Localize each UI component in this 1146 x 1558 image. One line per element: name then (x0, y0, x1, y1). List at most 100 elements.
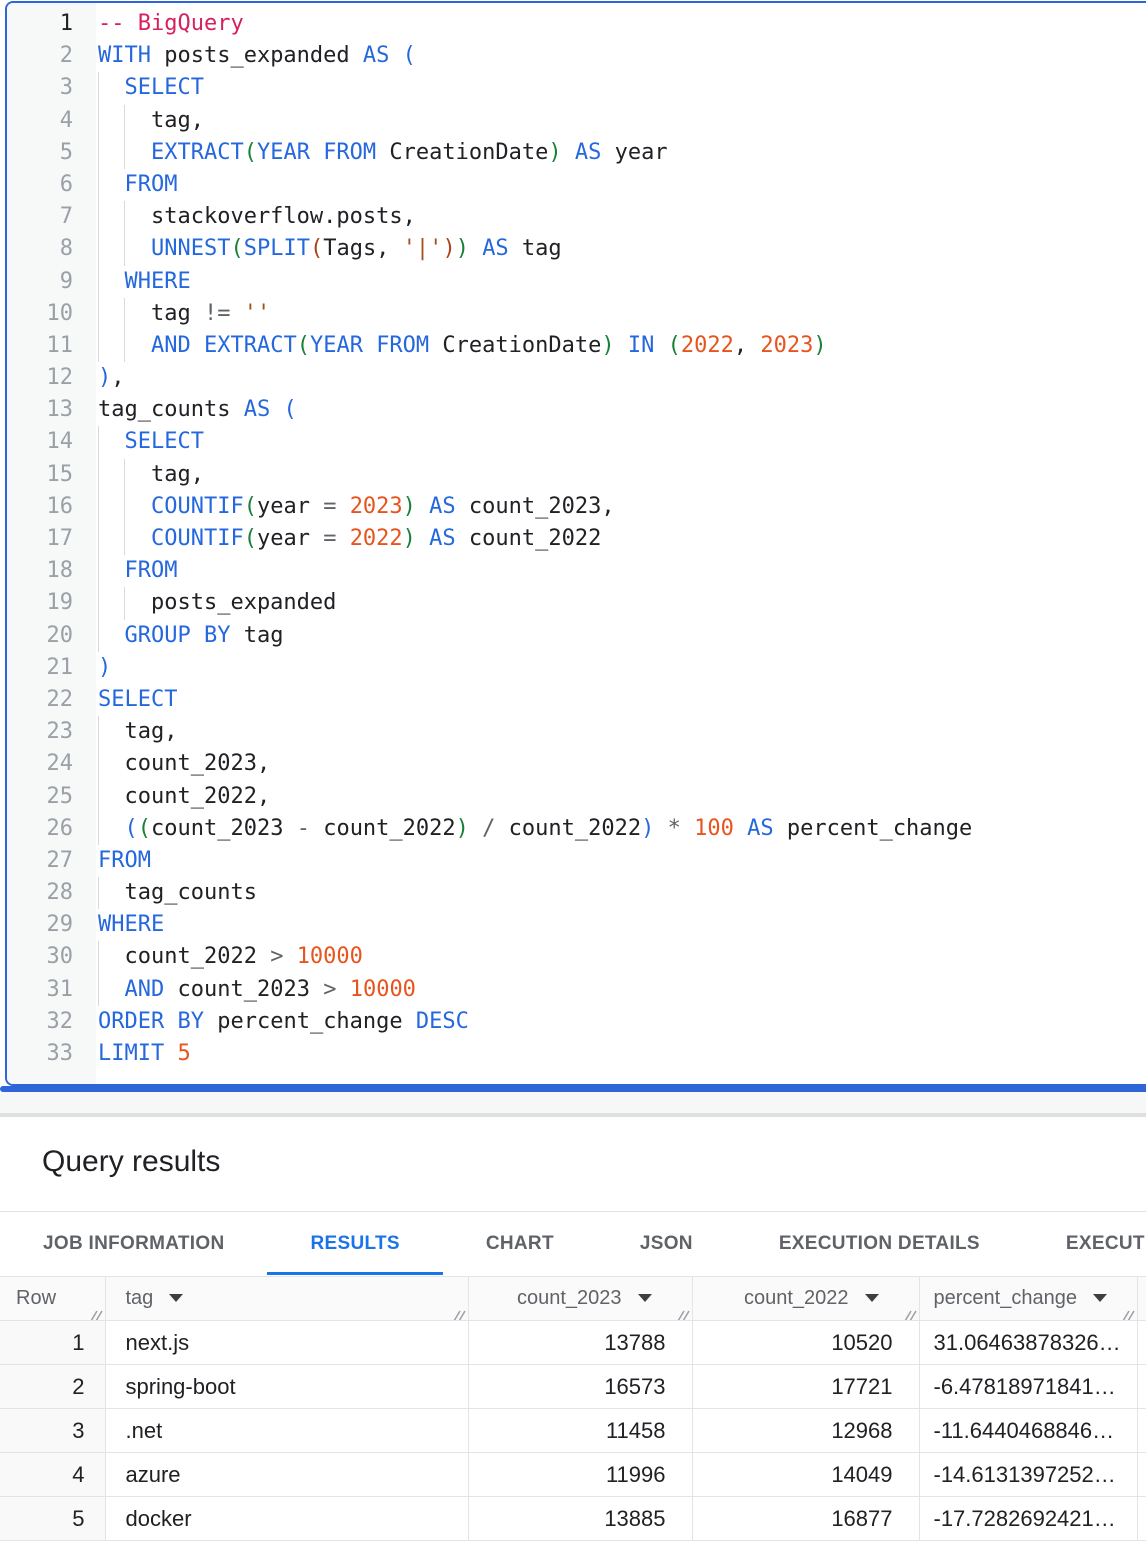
code-token: SELECT (125, 75, 204, 100)
code-token: ( (403, 43, 416, 68)
indent-guide (98, 266, 99, 298)
indent-guide (124, 587, 125, 619)
line-content: count_2022, (73, 781, 1146, 813)
indent-guide (98, 233, 99, 265)
code-token: 2022 (681, 333, 734, 358)
code-token: posts_expanded (98, 590, 336, 615)
indent-guide (98, 137, 99, 169)
line-content: GROUP BY tag (73, 620, 1146, 652)
code-token (654, 333, 667, 358)
line-number: 32 (7, 1006, 73, 1038)
code-token (98, 558, 125, 583)
line-content: SELECT (73, 684, 1146, 716)
line-number: 7 (7, 201, 73, 233)
code-token: ) (813, 333, 826, 358)
indent-guide (98, 72, 99, 104)
sort-caret-icon[interactable] (638, 1294, 652, 1302)
code-token: EXTRACT (151, 140, 244, 165)
line-number: 29 (7, 909, 73, 941)
line-content: tag_counts (73, 877, 1146, 909)
indent-guide (98, 330, 99, 362)
table-row: 1next.js137881052031.06463878326… (0, 1321, 1146, 1365)
column-header-count_2022[interactable]: count_2022 (692, 1277, 919, 1321)
column-resize-handle-icon[interactable] (676, 1305, 690, 1319)
column-header-count_2023[interactable]: count_2023 (468, 1277, 692, 1321)
sort-caret-icon[interactable] (169, 1294, 183, 1302)
code-token (469, 236, 482, 261)
line-content: FROM (73, 169, 1146, 201)
code-token: count_2023 (164, 977, 323, 1002)
tab-execution-details[interactable]: EXECUTION DETAILS (736, 1212, 1023, 1275)
tab-job-information[interactable]: JOB INFORMATION (0, 1212, 267, 1275)
code-line: 8 UNNEST(SPLIT(Tags, '|')) AS tag (7, 233, 1146, 265)
column-resize-handle-icon[interactable] (1121, 1305, 1135, 1319)
code-token: year (257, 526, 323, 551)
code-token: AS (244, 397, 271, 422)
line-content: AND count_2023 > 10000 (73, 974, 1146, 1006)
code-line: 30 count_2022 > 10000 (7, 941, 1146, 973)
code-token: 2023 (350, 494, 403, 519)
code-token: tag_counts (98, 880, 257, 905)
code-lines: 1-- BigQuery2WITH posts_expanded AS (3 S… (7, 3, 1146, 1070)
code-token: year (257, 494, 323, 519)
code-token (562, 140, 575, 165)
code-line: 4 tag, (7, 105, 1146, 137)
tab-execution-graph[interactable]: EXECUTION GRAPH (1023, 1212, 1146, 1275)
sort-caret-icon[interactable] (1093, 1294, 1107, 1302)
sort-caret-icon[interactable] (865, 1294, 879, 1302)
code-token: LIMIT (98, 1041, 164, 1066)
code-token: ( (230, 236, 243, 261)
table-row: 2spring-boot1657317721-6.47818971841… (0, 1365, 1146, 1409)
line-content: EXTRACT(YEAR FROM CreationDate) AS year (73, 137, 1146, 169)
code-token: FROM (125, 558, 178, 583)
sql-editor[interactable]: 1-- BigQuery2WITH posts_expanded AS (3 S… (5, 1, 1146, 1086)
code-line: 26 ((count_2023 - count_2022) / count_20… (7, 813, 1146, 845)
code-token: ( (244, 140, 257, 165)
code-token: ) (98, 655, 111, 680)
line-content: ((count_2023 - count_2022) / count_2022)… (73, 813, 1146, 845)
data-cell: 16877 (692, 1497, 919, 1541)
code-token: stackoverflow.posts, (98, 204, 416, 229)
line-content: tag_counts AS ( (73, 394, 1146, 426)
code-line: 12), (7, 362, 1146, 394)
panel-gap (0, 1092, 1146, 1117)
line-number: 11 (7, 330, 73, 362)
code-token: SPLIT (244, 236, 310, 261)
tab-results[interactable]: RESULTS (267, 1212, 442, 1275)
data-cell: next.js (105, 1321, 468, 1365)
code-token: > (323, 977, 336, 1002)
code-token: tag, (98, 108, 204, 133)
line-number: 1 (7, 8, 73, 40)
code-token: ( (310, 236, 323, 261)
line-number: 27 (7, 845, 73, 877)
column-header-label: tag (126, 1287, 154, 1309)
code-line: 13tag_counts AS ( (7, 394, 1146, 426)
tab-chart[interactable]: CHART (443, 1212, 597, 1275)
column-resize-handle-icon[interactable] (903, 1305, 917, 1319)
tab-json[interactable]: JSON (597, 1212, 736, 1275)
code-line: 6 FROM (7, 169, 1146, 201)
line-number: 6 (7, 169, 73, 201)
code-token: count_2022 (495, 816, 641, 841)
column-resize-handle-icon[interactable] (89, 1305, 103, 1319)
results-table-body: 1next.js137881052031.06463878326…2spring… (0, 1321, 1146, 1541)
line-content: tag, (73, 716, 1146, 748)
code-token: WHERE (125, 269, 191, 294)
code-token: ) (98, 365, 111, 390)
column-header-label: percent_change (934, 1287, 1077, 1309)
code-token: BY (204, 623, 231, 648)
code-token: ) (456, 816, 469, 841)
line-content: SELECT (73, 426, 1146, 458)
data-cell: 12968 (692, 1409, 919, 1453)
column-header-percent_change[interactable]: percent_change (919, 1277, 1137, 1321)
code-token: ) (641, 816, 654, 841)
line-number: 5 (7, 137, 73, 169)
data-cell (1137, 1365, 1146, 1409)
indent-guide (98, 748, 99, 780)
code-token: COUNTIF (151, 494, 244, 519)
column-header-tag[interactable]: tag (105, 1277, 468, 1321)
code-token: ) (442, 236, 455, 261)
column-header-label: count_2023 (517, 1287, 622, 1309)
column-resize-handle-icon[interactable] (452, 1305, 466, 1319)
code-token (416, 526, 429, 551)
